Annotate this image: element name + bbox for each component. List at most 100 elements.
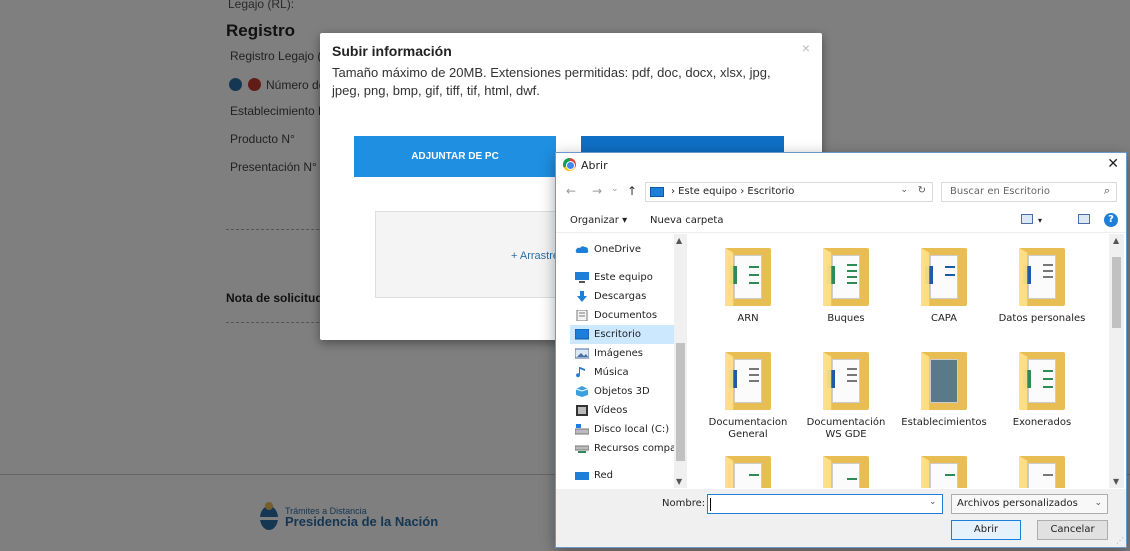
chevron-down-icon[interactable]: ⌄ (929, 497, 937, 507)
nav-item-objetos-3d[interactable]: Objetos 3D (573, 382, 683, 401)
attach-from-pc-button[interactable]: ADJUNTAR DE PC (354, 136, 556, 177)
scroll-up-icon[interactable]: ▲ (676, 236, 682, 245)
close-icon[interactable]: ✕ (1107, 156, 1119, 172)
video-icon (576, 405, 588, 416)
scrollbar-thumb[interactable] (676, 343, 685, 461)
dialog-title: Abrir (581, 159, 608, 172)
folder-label: Establecimientos (901, 417, 987, 428)
folder-icon (921, 248, 967, 306)
up-arrow-icon[interactable]: ↑ (627, 184, 637, 198)
folder-label: ARN (737, 313, 759, 324)
documents-icon (576, 310, 588, 321)
folder-label: Documentacion General (708, 417, 788, 440)
filter-value: Archivos personalizados (957, 498, 1078, 509)
cancel-button[interactable]: Cancelar (1037, 520, 1108, 540)
address-path: › Este equipo › Escritorio (671, 186, 795, 197)
computer-icon (575, 272, 589, 283)
chevron-down-icon[interactable]: ⌄ (1094, 498, 1102, 508)
folder-establecimientos[interactable]: Establecimientos (895, 338, 993, 438)
nav-item-label: Este equipo (594, 272, 653, 283)
scroll-down-icon[interactable]: ▼ (1113, 477, 1119, 486)
desktop-icon (575, 329, 589, 340)
folder-label: Datos personales (998, 313, 1086, 324)
file-type-filter[interactable]: Archivos personalizados ⌄ (951, 494, 1108, 514)
folder-item[interactable] (699, 442, 797, 488)
nav-item-documentos[interactable]: Documentos (573, 306, 683, 325)
folder-icon (1019, 352, 1065, 410)
back-arrow-icon[interactable]: ← (566, 184, 576, 198)
cube-icon (575, 386, 589, 397)
view-options-icon[interactable] (1021, 214, 1033, 224)
nav-item-musica[interactable]: Música (573, 363, 683, 382)
dialog-toolbar: Organizar ▾ Nueva carpeta ▾ ? (556, 209, 1126, 233)
nav-item-label: Vídeos (594, 405, 628, 416)
nav-item-label: Música (594, 367, 629, 378)
folder-capa[interactable]: CAPA (895, 234, 993, 334)
folder-arn[interactable]: ARN (699, 234, 797, 334)
organize-menu[interactable]: Organizar ▾ (570, 215, 627, 226)
refresh-icon[interactable]: ↻ (918, 185, 926, 196)
folder-item[interactable] (797, 442, 895, 488)
chevron-down-icon[interactable]: ▾ (1038, 216, 1042, 225)
folder-icon (921, 456, 967, 488)
recent-locations-icon[interactable]: ⌄ (611, 184, 619, 194)
cloud-icon (575, 246, 589, 253)
nav-item-label: Objetos 3D (594, 386, 650, 397)
address-bar[interactable]: › Este equipo › Escritorio ⌄ ↻ (645, 182, 933, 202)
folder-item[interactable] (993, 442, 1091, 488)
folder-label: Buques (827, 313, 865, 324)
folder-icon (921, 352, 967, 410)
folder-label: CAPA (930, 313, 958, 324)
close-icon[interactable]: × (802, 40, 810, 56)
filename-input[interactable] (707, 494, 943, 514)
folder-icon (1019, 248, 1065, 306)
navigation-scrollbar[interactable]: ▲ ▼ (674, 234, 687, 488)
preview-pane-icon[interactable] (1078, 214, 1090, 224)
files-scrollbar[interactable]: ▲ ▼ (1109, 234, 1124, 488)
search-input[interactable]: Buscar en Escritorio ⌕ (941, 182, 1117, 202)
new-folder-button[interactable]: Nueva carpeta (650, 215, 723, 226)
forward-arrow-icon[interactable]: → (592, 184, 602, 198)
images-icon (575, 348, 589, 359)
scrollbar-thumb[interactable] (1112, 257, 1121, 328)
nav-item-red[interactable]: Red (573, 466, 683, 485)
folder-icon (725, 352, 771, 410)
folder-documentacion-general[interactable]: Documentacion General (699, 338, 797, 440)
folder-label: Exonerados (1012, 417, 1072, 428)
nav-item-onedrive[interactable]: OneDrive (573, 240, 683, 259)
folder-icon (823, 248, 869, 306)
network-drive-icon (575, 445, 589, 453)
nav-item-label: Red (594, 470, 613, 481)
search-placeholder: Buscar en Escritorio (950, 186, 1050, 197)
open-button[interactable]: Abrir (951, 520, 1021, 540)
nav-item-descargas[interactable]: Descargas (573, 287, 683, 306)
scroll-up-icon[interactable]: ▲ (1113, 236, 1119, 245)
folder-datos-personales[interactable]: Datos personales (993, 234, 1091, 334)
chevron-down-icon[interactable]: ⌄ (900, 185, 908, 195)
folder-item[interactable] (895, 442, 993, 488)
folder-documentacion-ws-gde[interactable]: Documentación WS GDE (797, 338, 895, 440)
folder-icon (725, 456, 771, 488)
computer-icon (650, 187, 664, 197)
download-icon (577, 291, 587, 302)
filename-label: Nombre: (662, 498, 706, 509)
nav-item-recursos-compartidos[interactable]: Recursos compa (573, 439, 683, 458)
folder-buques[interactable]: Buques (797, 234, 895, 334)
nav-item-imagenes[interactable]: Imágenes (573, 344, 683, 363)
nav-item-disco-local[interactable]: Disco local (C:) (573, 420, 683, 439)
folder-exonerados[interactable]: Exonerados (993, 338, 1091, 438)
help-icon[interactable]: ? (1104, 213, 1118, 227)
music-icon (576, 367, 585, 378)
nav-item-videos[interactable]: Vídeos (573, 401, 683, 420)
modal-description: Tamaño máximo de 20MB. Extensiones permi… (332, 65, 771, 98)
folder-icon (1019, 456, 1065, 488)
nav-item-label: Documentos (594, 310, 658, 321)
nav-item-este-equipo[interactable]: Este equipo (573, 268, 683, 287)
navigation-bar: ← → ⌄ ↑ › Este equipo › Escritorio ⌄ ↻ B… (556, 180, 1126, 204)
nav-item-escritorio[interactable]: Escritorio (570, 325, 680, 344)
scroll-down-icon[interactable]: ▼ (676, 477, 682, 486)
search-icon[interactable]: ⌕ (1104, 184, 1110, 198)
dialog-titlebar[interactable]: Abrir ✕ (556, 153, 1126, 177)
resize-grip-icon[interactable]: ⋰ (1116, 536, 1124, 545)
nav-item-label: OneDrive (594, 244, 642, 255)
